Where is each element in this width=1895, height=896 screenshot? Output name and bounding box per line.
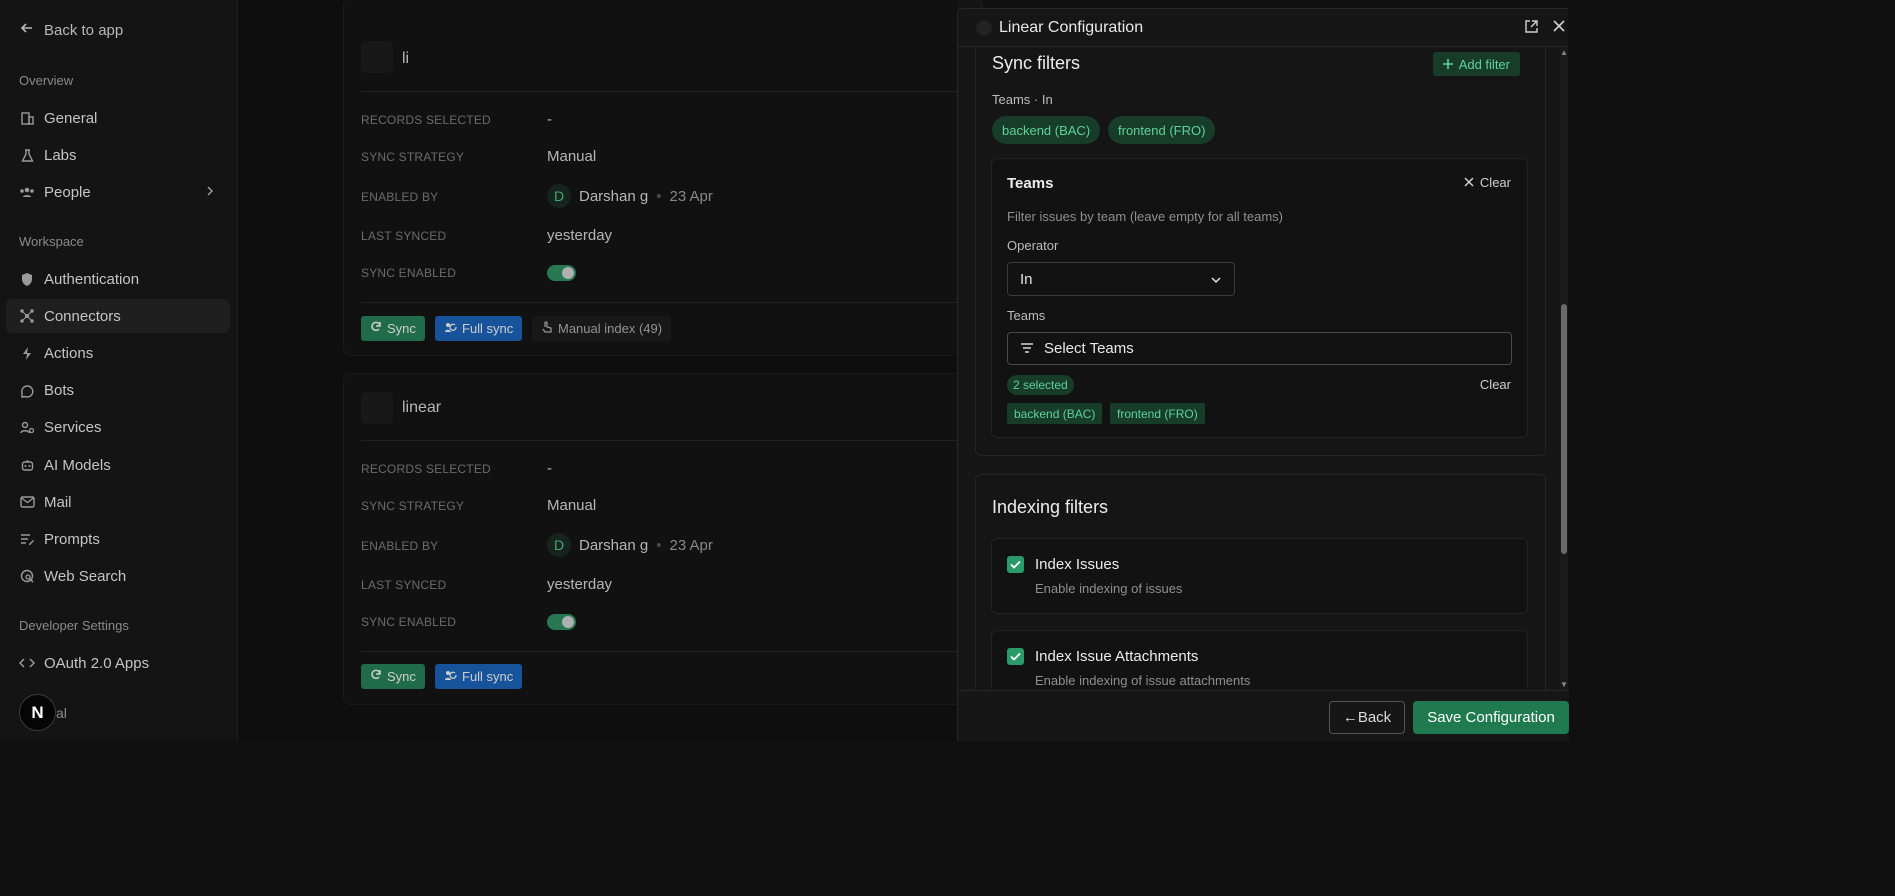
linear-configuration-panel: Linear Configuration Sync filters Add fi… (957, 8, 1569, 742)
add-filter-label: Add filter (1458, 56, 1510, 72)
building-icon (19, 110, 35, 126)
operator-value: In (1020, 270, 1033, 288)
plus-icon (1442, 57, 1453, 72)
close-icon[interactable] (1552, 19, 1566, 38)
back-to-app-label: Back to app (44, 21, 124, 39)
modal-backdrop (238, 0, 958, 741)
operator-select[interactable]: In (1007, 262, 1235, 296)
filter-summary-pill[interactable]: frontend (FRO) (1108, 116, 1216, 144)
sidebar-item-actions[interactable]: Actions (6, 336, 230, 370)
sidebar-item-authentication[interactable]: Authentication (6, 262, 230, 296)
teams-label: Teams (1007, 308, 1046, 323)
select-teams-placeholder: Select Teams (1044, 340, 1134, 357)
people-icon (19, 184, 35, 200)
teams-filter-description: Filter issues by team (leave empty for a… (1007, 209, 1283, 224)
sidebar-item-label: Connectors (44, 307, 121, 325)
teams-filter-title: Teams (1007, 175, 1054, 192)
chevron-down-icon (1210, 271, 1222, 288)
sidebar-item-label: Labs (44, 146, 77, 164)
selected-count-badge: 2 selected (1007, 375, 1074, 395)
filter-icon (1020, 340, 1034, 357)
index-attachments-title: Index Issue Attachments (1035, 648, 1199, 665)
sidebar-item-ai-models[interactable]: AI Models (6, 448, 230, 482)
back-to-app-link[interactable]: Back to app (20, 21, 123, 39)
selected-team-tag[interactable]: backend (BAC) (1007, 403, 1103, 424)
arrow-left-icon (20, 21, 34, 39)
code-icon (19, 655, 35, 671)
sidebar-item-general[interactable]: General (6, 101, 230, 135)
sidebar-item-label: Prompts (44, 530, 100, 548)
services-icon (19, 419, 35, 435)
index-issues-option[interactable]: Index Issues Enable indexing of issues (991, 538, 1528, 614)
robot-icon (19, 457, 35, 473)
sidebar-item-label: AI Models (44, 456, 111, 474)
workspace-heading: Workspace (19, 234, 84, 249)
index-attachments-description: Enable indexing of issue attachments (1035, 673, 1251, 688)
indexing-filters-heading: Indexing filters (992, 497, 1109, 517)
selected-team-tag[interactable]: frontend (FRO) (1110, 403, 1205, 424)
external-link-icon[interactable] (1524, 19, 1539, 39)
sidebar-item-label: General (44, 109, 98, 127)
filter-summary-pill[interactable]: backend (BAC) (992, 116, 1101, 144)
developer-settings-heading: Developer Settings (19, 618, 129, 633)
scroll-down-arrow-icon[interactable]: ▼ (1560, 680, 1568, 689)
index-issues-title: Index Issues (1035, 556, 1120, 573)
sidebar-item-label: Mail (44, 493, 72, 511)
sync-filters-heading: Sync filters (992, 53, 1081, 73)
shield-icon (19, 271, 35, 287)
settings-sidebar: Back to app Overview General Labs People… (0, 0, 238, 741)
overview-heading: Overview (19, 73, 74, 88)
sidebar-item-label: Actions (44, 344, 94, 362)
sidebar-item-label: Services (44, 418, 102, 436)
close-icon (1464, 175, 1474, 190)
clear-selection-button[interactable]: Clear (1480, 377, 1511, 392)
sidebar-item-web-search[interactable]: Web Search (6, 559, 230, 593)
add-filter-button[interactable]: Add filter (1432, 52, 1520, 76)
filter-summary-label: Teams · In (992, 92, 1053, 107)
panel-header: Linear Configuration (958, 9, 1569, 47)
panel-footer: ←Back Save Configuration (958, 690, 1569, 742)
select-teams-input[interactable]: Select Teams (1007, 332, 1512, 365)
panel-title: Linear Configuration (999, 19, 1144, 36)
avatar[interactable]: N (19, 694, 56, 731)
scroll-up-arrow-icon[interactable]: ▲ (1560, 48, 1568, 57)
mail-icon (19, 494, 35, 510)
bot-icon (19, 382, 35, 398)
clear-filter-label: Clear (1479, 175, 1511, 190)
index-issues-checkbox[interactable] (1007, 556, 1024, 573)
sidebar-item-people[interactable]: People (6, 175, 230, 209)
panel-scrollbar[interactable]: ▲ ▼ (1560, 48, 1568, 689)
save-configuration-button[interactable]: Save Configuration (1413, 701, 1569, 734)
back-button[interactable]: ←Back (1329, 701, 1405, 734)
sidebar-item-prompts[interactable]: Prompts (6, 522, 230, 556)
sidebar-item-label: Bots (44, 381, 75, 399)
sidebar-footer-text: al (56, 705, 67, 721)
sidebar-item-label: OAuth 2.0 Apps (44, 654, 150, 672)
prompts-icon (19, 531, 35, 547)
chevron-right-icon (206, 184, 214, 201)
sidebar-item-bots[interactable]: Bots (6, 373, 230, 407)
index-attachments-checkbox[interactable] (1007, 648, 1024, 665)
index-attachments-option[interactable]: Index Issue Attachments Enable indexing … (991, 630, 1528, 689)
sidebar-item-services[interactable]: Services (6, 410, 230, 444)
sidebar-item-label: Authentication (44, 270, 140, 288)
flask-icon (19, 147, 35, 163)
sidebar-item-labs[interactable]: Labs (6, 138, 230, 172)
operator-label: Operator (1007, 238, 1059, 253)
teams-filter-card: Teams Clear Filter issues by team (leave… (991, 158, 1528, 438)
network-icon (19, 308, 35, 324)
sidebar-item-label: People (44, 183, 91, 201)
panel-scroll-area[interactable]: Sync filters Add filter Teams · In backe… (958, 48, 1569, 689)
web-search-icon (19, 568, 35, 584)
sidebar-item-label: Web Search (44, 567, 127, 585)
linear-logo (976, 20, 992, 36)
bolt-icon (19, 345, 35, 361)
sidebar-item-connectors[interactable]: Connectors (6, 299, 230, 333)
index-issues-description: Enable indexing of issues (1035, 581, 1183, 596)
sidebar-item-mail[interactable]: Mail (6, 485, 230, 519)
scrollbar-thumb[interactable] (1561, 304, 1567, 554)
sidebar-item-oauth-apps[interactable]: OAuth 2.0 Apps (6, 646, 230, 680)
clear-filter-button[interactable]: Clear (1464, 175, 1511, 190)
